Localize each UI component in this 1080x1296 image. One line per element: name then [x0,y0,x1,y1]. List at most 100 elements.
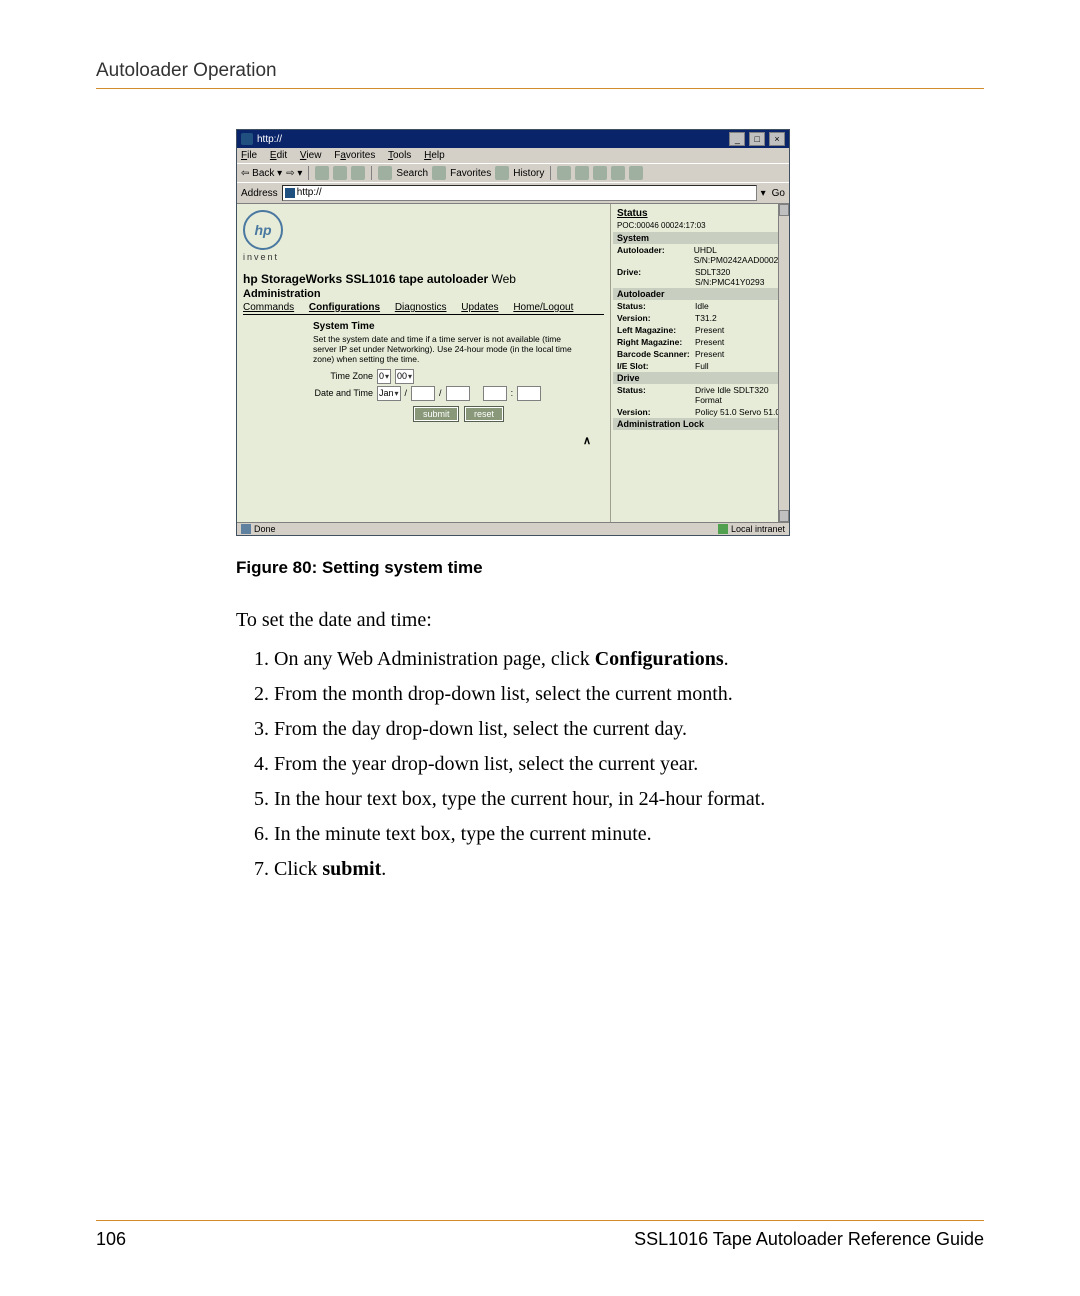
status-poc: POC:00046 00024:17:03 [613,221,787,232]
minute-input[interactable] [517,386,541,401]
address-input[interactable]: http:// [282,185,757,201]
tab-home-logout[interactable]: Home/Logout [513,302,573,313]
status-section-adminlock: Administration Lock [613,418,787,430]
menu-favorites[interactable]: Favorites [334,150,375,161]
year-input[interactable] [446,386,470,401]
reset-button[interactable]: reset [465,407,503,421]
status-zone: Local intranet [731,524,785,534]
al-leftmag-label: Left Magazine: [617,325,695,335]
product-title: hp StorageWorks SSL1016 tape autoloader … [243,272,604,286]
window-titlebar: http:// _ □ × [237,130,789,148]
menu-file[interactable]: File [241,150,257,161]
figure-caption: Figure 80: Setting system time [236,558,924,578]
home-icon[interactable] [351,166,365,180]
status-panel: Status POC:00046 00024:17:03 System Auto… [610,204,789,522]
done-icon [241,524,251,534]
status-done: Done [254,524,276,534]
status-title: Status [613,206,787,221]
tab-configurations[interactable]: Configurations [309,302,380,313]
search-label: Search [396,168,428,179]
drv-status-value: Drive Idle SDLT320 Format [695,385,783,405]
forward-button[interactable]: ⇨ ▾ [286,168,302,179]
instruction-text: To set the date and time: On any Web Adm… [236,606,904,884]
ie-page-icon [285,188,295,198]
al-rightmag-label: Right Magazine: [617,337,695,347]
discuss-icon[interactable] [611,166,625,180]
favorites-icon[interactable] [432,166,446,180]
browser-window: http:// _ □ × File Edit View Favorites T… [236,129,790,536]
month-select[interactable]: Jan [377,386,401,401]
hp-logo-subtext: invent [243,252,604,262]
main-panel: hp invent hp StorageWorks SSL1016 tape a… [237,204,610,522]
back-button[interactable]: ⇦ Back ▾ [241,168,282,179]
figure-screenshot: http:// _ □ × File Edit View Favorites T… [236,129,924,578]
submit-button[interactable]: submit [414,407,459,421]
edit-icon[interactable] [593,166,607,180]
steps-list: On any Web Administration page, click Co… [236,645,904,884]
timezone-hour-select[interactable]: 0 [377,369,391,384]
menu-help[interactable]: Help [424,150,445,161]
system-time-heading: System Time [313,321,604,332]
mail-icon[interactable] [557,166,571,180]
al-scanner-value: Present [695,349,783,359]
favorites-label: Favorites [450,168,491,179]
al-ie-label: I/E Slot: [617,361,695,371]
toolbar: ⇦ Back ▾ ⇨ ▾ Search Favorites History [237,163,789,182]
tab-updates[interactable]: Updates [461,302,498,313]
menu-tools[interactable]: Tools [388,150,411,161]
step-1: On any Web Administration page, click Co… [274,645,904,674]
status-section-drive: Drive [613,372,787,384]
al-rightmag-value: Present [695,337,783,347]
menu-edit[interactable]: Edit [270,150,287,161]
step-3: From the day drop-down list, select the … [274,715,904,744]
tab-diagnostics[interactable]: Diagnostics [395,302,447,313]
step-7: Click submit. [274,855,904,884]
al-status-value: Idle [695,301,783,311]
page-footer: 106 SSL1016 Tape Autoloader Reference Gu… [96,1220,984,1250]
hour-input[interactable] [483,386,507,401]
splitter-handle-icon[interactable]: ∧ [583,434,591,447]
messenger-icon[interactable] [629,166,643,180]
go-button[interactable]: Go [770,188,785,199]
datetime-label: Date and Time [313,388,373,398]
system-time-help: Set the system date and time if a time s… [313,334,583,365]
hp-logo-icon: hp [243,210,283,250]
page-content: hp invent hp StorageWorks SSL1016 tape a… [237,203,789,522]
al-version-value: T31.2 [695,313,783,323]
close-button[interactable]: × [769,132,785,146]
go-label: Go [772,188,785,199]
refresh-icon[interactable] [333,166,347,180]
history-icon[interactable] [495,166,509,180]
stop-icon[interactable] [315,166,329,180]
search-icon[interactable] [378,166,392,180]
drv-status-label: Status: [617,385,695,405]
print-icon[interactable] [575,166,589,180]
header-rule [96,88,984,89]
step-5: In the hour text box, type the current h… [274,785,904,814]
maximize-button[interactable]: □ [749,132,765,146]
status-section-system: System [613,232,787,244]
step-2: From the month drop-down list, select th… [274,680,904,709]
window-title: http:// [257,134,282,145]
section-header: Autoloader Operation [96,60,984,82]
address-label: Address [241,188,278,199]
day-input[interactable] [411,386,435,401]
minimize-button[interactable]: _ [729,132,745,146]
menu-view[interactable]: View [300,150,322,161]
product-title-bold: hp StorageWorks SSL1016 tape autoloader [243,272,492,286]
side-scrollbar[interactable] [778,204,789,522]
timezone-minute-select[interactable]: 00 [395,369,414,384]
ie-app-icon [241,133,253,145]
tab-commands[interactable]: Commands [243,302,294,313]
drv-version-value: Policy 51.0 Servo 51.0 [695,407,783,417]
address-dropdown-icon[interactable]: ▾ [761,188,766,199]
timezone-label: Time Zone [313,371,373,381]
sys-drive-value: SDLT320 S/N:PMC41Y0293 [695,267,783,287]
doc-title: SSL1016 Tape Autoloader Reference Guide [634,1229,984,1250]
intro-line: To set the date and time: [236,606,904,635]
menu-bar: File Edit View Favorites Tools Help [237,148,789,163]
sys-autoloader-label: Autoloader: [617,245,694,265]
address-bar: Address http:// ▾ Go [237,182,789,203]
address-value: http:// [297,186,322,200]
window-controls: _ □ × [728,132,785,146]
